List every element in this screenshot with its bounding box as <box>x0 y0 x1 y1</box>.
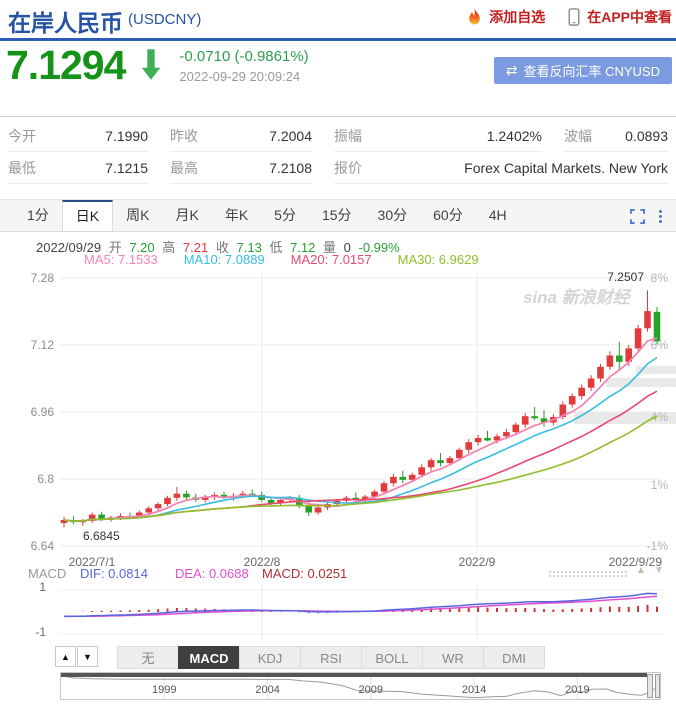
stat-cell: 报价 Forex Capital Markets. New York <box>334 152 668 184</box>
stat-cell: 今开 7.1990 <box>8 120 148 152</box>
quote-block: 7.1294 -0.0710 (-0.9861%) 2022-09-29 20:… <box>6 42 309 88</box>
svg-text:2014: 2014 <box>462 684 486 696</box>
stat-value: 7.1990 <box>105 128 148 144</box>
period-tab-月K[interactable]: 月K <box>162 200 211 231</box>
down-arrow-icon <box>139 49 163 86</box>
svg-text:-1: -1 <box>35 625 46 639</box>
ma-readout-item: MA30: 6.9629 <box>398 252 479 267</box>
svg-text:sina 新浪财经: sina 新浪财经 <box>523 288 632 307</box>
stat-value: 1.2402% <box>487 128 542 144</box>
add-watchlist-link[interactable]: 添加自选 <box>489 7 545 27</box>
navigator-handle[interactable] <box>647 673 660 699</box>
svg-text:2004: 2004 <box>255 684 279 696</box>
indicator-tab-DMI[interactable]: DMI <box>483 646 545 669</box>
indicator-tab-BOLL[interactable]: BOLL <box>361 646 423 669</box>
navigator-range-bar[interactable] <box>61 673 647 677</box>
fullscreen-icon[interactable] <box>630 209 645 224</box>
macd-chart[interactable]: 1 -1 <box>0 578 676 644</box>
header-divider <box>0 38 676 41</box>
indicator-tab-无[interactable]: 无 <box>117 646 179 669</box>
pane-down-button[interactable]: ▼ <box>77 646 98 667</box>
stat-cell: 最低 7.1215 <box>8 152 148 184</box>
price-change: -0.0710 (-0.9861%) <box>179 48 308 65</box>
stat-value: 7.1215 <box>105 160 148 176</box>
page-title: 在岸人民币 <box>8 4 123 38</box>
more-menu-icon[interactable] <box>659 208 662 225</box>
reverse-rate-button-label: 查看反向汇率 CNYUSD <box>523 61 660 80</box>
ma-readout-item: MA5: 7.1533 <box>84 252 158 267</box>
usdcny-quote-page: 在岸人民币 (USDCNY) 添加自选 在APP中查看 <box>0 0 676 704</box>
pane-collapse-icon[interactable]: ▼ <box>654 565 664 576</box>
indicator-tab-KDJ[interactable]: KDJ <box>239 646 301 669</box>
history-navigator[interactable]: 1999 2004 2009 2014 2019 <box>60 672 661 700</box>
stat-value: 7.2108 <box>269 160 312 176</box>
stat-cell: 最高 7.2108 <box>170 152 312 184</box>
pane-expand-icon[interactable]: ▲ <box>636 565 646 576</box>
svg-text:1: 1 <box>39 580 46 594</box>
stat-cell: 振幅 1.2402% <box>334 120 542 152</box>
stat-label: 报价 <box>334 158 362 178</box>
view-in-app-link[interactable]: 在APP中查看 <box>587 7 672 27</box>
swap-arrows-icon: ⇄ <box>506 62 518 79</box>
indicator-tab-MACD[interactable]: MACD <box>178 646 240 669</box>
indicator-row: ▲ ▼ 无MACDKDJRSIBOLLWRDMI <box>0 646 676 669</box>
quote-stats-table: 今开 7.1990 昨收 7.2004 振幅 1.2402% 波幅 0.0893 最低 7.121… <box>0 116 676 184</box>
ma-readout-item: MA20: 7.0157 <box>291 252 372 267</box>
svg-text:6.96: 6.96 <box>31 405 55 419</box>
stat-label: 昨收 <box>170 126 198 146</box>
period-tab-周K[interactable]: 周K <box>113 200 162 231</box>
svg-text:7.12: 7.12 <box>31 338 55 352</box>
stat-label: 波幅 <box>564 126 592 146</box>
ma-readout: MA5: 7.1533 MA10: 7.0889 MA20: 7.0157 MA30:… <box>84 252 505 267</box>
page-header: 在岸人民币 (USDCNY) 添加自选 在APP中查看 <box>0 0 676 38</box>
stat-label: 最高 <box>170 158 198 178</box>
svg-text:8%: 8% <box>651 271 669 285</box>
svg-text:1%: 1% <box>651 478 669 492</box>
svg-text:7.28: 7.28 <box>31 271 55 285</box>
symbol-label: (USDCNY) <box>128 11 201 28</box>
period-tab-30分[interactable]: 30分 <box>365 200 421 231</box>
period-tab-60分[interactable]: 60分 <box>420 200 476 231</box>
period-tabbar: 1分日K周K月K年K5分15分30分60分4H <box>0 199 676 232</box>
flame-icon <box>466 8 483 27</box>
svg-text:7.2507: 7.2507 <box>607 270 644 284</box>
period-tab-1分[interactable]: 1分 <box>14 200 62 231</box>
stat-label: 振幅 <box>334 126 362 146</box>
period-tab-4H[interactable]: 4H <box>476 200 520 231</box>
svg-text:4%: 4% <box>651 410 669 424</box>
history-sparkline: 1999 2004 2009 2014 2019 <box>61 673 660 700</box>
indicator-tab-WR[interactable]: WR <box>422 646 484 669</box>
last-price: 7.1294 <box>6 42 125 88</box>
svg-text:2009: 2009 <box>359 684 383 696</box>
stat-label: 最低 <box>8 158 36 178</box>
period-tab-日K[interactable]: 日K <box>62 200 113 231</box>
candlestick-chart[interactable]: sina 新浪财经7.287.126.966.86.648%6%4%1%-1%7… <box>0 266 676 570</box>
period-tab-15分[interactable]: 15分 <box>309 200 365 231</box>
stat-value: 0.0893 <box>625 128 668 144</box>
svg-text:6.64: 6.64 <box>31 539 55 553</box>
period-tab-5分[interactable]: 5分 <box>261 200 309 231</box>
quote-timestamp: 2022-09-29 20:09:24 <box>179 69 308 84</box>
svg-text:2019: 2019 <box>565 684 589 696</box>
stat-value: Forex Capital Markets. New York <box>464 160 668 176</box>
phone-icon <box>567 8 581 27</box>
indicator-tab-RSI[interactable]: RSI <box>300 646 362 669</box>
svg-text:6.6845: 6.6845 <box>83 529 120 543</box>
ma-readout-item: MA10: 7.0889 <box>184 252 265 267</box>
svg-text:6.8: 6.8 <box>37 472 54 486</box>
stat-label: 今开 <box>8 126 36 146</box>
reverse-rate-button[interactable]: ⇄ 查看反向汇率 CNYUSD <box>494 57 672 84</box>
stat-cell: 波幅 0.0893 <box>564 120 668 152</box>
stat-cell: 昨收 7.2004 <box>170 120 312 152</box>
svg-text:1999: 1999 <box>152 684 176 696</box>
pane-up-button[interactable]: ▲ <box>55 646 76 667</box>
stat-value: 7.2004 <box>269 128 312 144</box>
period-tab-年K[interactable]: 年K <box>212 200 261 231</box>
svg-text:-1%: -1% <box>647 539 669 553</box>
